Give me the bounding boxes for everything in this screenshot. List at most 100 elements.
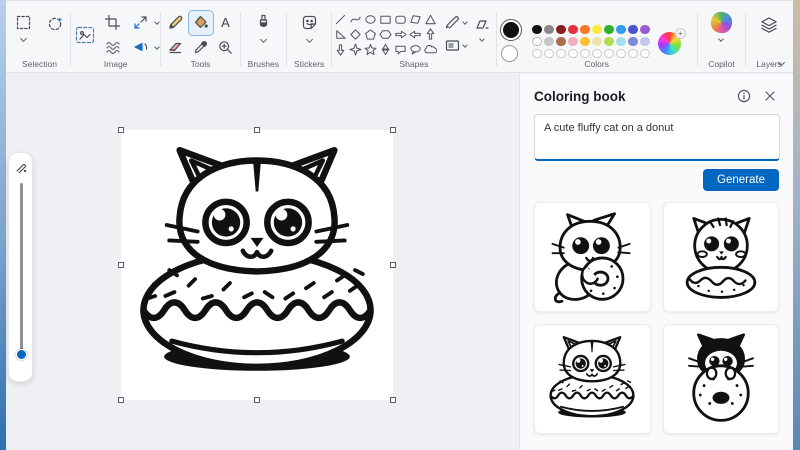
color-swatch[interactable] bbox=[580, 37, 590, 47]
color-swatch[interactable] bbox=[628, 37, 638, 47]
selection-handle[interactable] bbox=[390, 262, 396, 268]
color-swatch-empty[interactable] bbox=[556, 49, 566, 59]
shape-fill-dropdown[interactable] bbox=[444, 37, 467, 54]
selection-handle[interactable] bbox=[254, 397, 260, 403]
color-swatch[interactable] bbox=[568, 25, 578, 35]
color-swatch[interactable] bbox=[556, 25, 566, 35]
color-swatch[interactable] bbox=[640, 25, 650, 35]
selected-image[interactable] bbox=[121, 130, 393, 400]
color-swatch[interactable] bbox=[556, 37, 566, 47]
shape-arrow-up[interactable] bbox=[424, 28, 437, 41]
size-slider-thumb[interactable] bbox=[16, 349, 27, 360]
pencil-tool-button[interactable] bbox=[164, 11, 188, 35]
canvas-image[interactable] bbox=[121, 130, 393, 400]
color-swatch-empty[interactable] bbox=[628, 49, 638, 59]
prompt-input[interactable]: A cute fluffy cat on a donut bbox=[534, 114, 780, 161]
select-dropdown-chevron-icon[interactable] bbox=[20, 35, 27, 42]
color-swatch[interactable] bbox=[616, 37, 626, 47]
info-button[interactable] bbox=[735, 87, 753, 105]
thumbnail-fluffy-cat-on-donut[interactable] bbox=[663, 202, 780, 312]
color-swatch[interactable] bbox=[592, 37, 602, 47]
color-swatch-empty[interactable] bbox=[604, 49, 614, 59]
shape-star-4[interactable] bbox=[349, 43, 362, 56]
image-options-button[interactable] bbox=[70, 20, 100, 50]
shape-callout-oval[interactable] bbox=[409, 43, 422, 56]
color-swatch-empty[interactable] bbox=[532, 49, 542, 59]
color-swatch-empty[interactable] bbox=[592, 49, 602, 59]
selection-handle[interactable] bbox=[118, 397, 124, 403]
color-swatch[interactable] bbox=[604, 37, 614, 47]
selection-handle[interactable] bbox=[390, 397, 396, 403]
canvas-area[interactable] bbox=[6, 74, 519, 450]
color-swatch-empty[interactable] bbox=[544, 49, 554, 59]
brushes-dropdown-chevron-icon[interactable] bbox=[260, 36, 267, 43]
color-swatch[interactable] bbox=[532, 37, 542, 47]
select-button[interactable] bbox=[12, 10, 36, 34]
shape-cloud[interactable] bbox=[424, 43, 437, 56]
color-swatch-empty[interactable] bbox=[616, 49, 626, 59]
rotate-dropdown-chevron-icon[interactable] bbox=[154, 44, 160, 50]
shape-outline-dropdown[interactable] bbox=[444, 14, 467, 31]
shape-callout-rect[interactable] bbox=[394, 43, 407, 56]
close-panel-button[interactable] bbox=[761, 87, 779, 105]
selection-handle[interactable] bbox=[118, 262, 124, 268]
thumbnail-cat-hugging-donut[interactable] bbox=[534, 202, 651, 312]
shape-pentagon[interactable] bbox=[364, 28, 377, 41]
shape-options-icon[interactable] bbox=[473, 16, 490, 33]
copilot-dropdown-chevron-icon[interactable] bbox=[719, 36, 725, 42]
eraser-tool-button[interactable] bbox=[164, 36, 188, 60]
shape-options-chevron-icon[interactable] bbox=[479, 36, 485, 42]
color-swatch[interactable] bbox=[640, 37, 650, 47]
color-swatch[interactable] bbox=[604, 25, 614, 35]
brushes-button[interactable] bbox=[251, 10, 275, 34]
shape-hexagon[interactable] bbox=[379, 28, 392, 41]
color-swatch[interactable] bbox=[616, 25, 626, 35]
copilot-button[interactable] bbox=[709, 10, 733, 34]
shape-diamond[interactable] bbox=[349, 28, 362, 41]
rotate-flip-button[interactable] bbox=[129, 36, 153, 60]
color-swatch-empty[interactable] bbox=[640, 49, 650, 59]
fill-tool-button[interactable] bbox=[189, 11, 213, 35]
remove-background-button[interactable] bbox=[101, 36, 125, 60]
color-swatch[interactable] bbox=[532, 25, 542, 35]
shape-star-5[interactable] bbox=[364, 43, 377, 56]
shape-arrow-left[interactable] bbox=[409, 28, 422, 41]
shape-ellipse[interactable] bbox=[364, 13, 377, 26]
selection-handle[interactable] bbox=[254, 127, 260, 133]
thumbnail-cat-in-donut[interactable] bbox=[534, 324, 651, 434]
color-swatch[interactable] bbox=[580, 25, 590, 35]
smart-select-button[interactable] bbox=[44, 11, 68, 35]
shape-curve[interactable] bbox=[349, 13, 362, 26]
size-slider-track[interactable] bbox=[20, 183, 23, 355]
edit-colors-button[interactable]: + bbox=[658, 28, 686, 58]
resize-button[interactable] bbox=[129, 11, 153, 35]
text-tool-button[interactable]: A bbox=[214, 11, 238, 35]
stickers-button[interactable] bbox=[297, 10, 321, 34]
foreground-color-selector[interactable] bbox=[500, 19, 522, 41]
thumbnail-black-cat-behind-donut[interactable] bbox=[663, 324, 780, 434]
shape-arrow-down[interactable] bbox=[334, 43, 347, 56]
shape-line[interactable] bbox=[334, 13, 347, 26]
stickers-dropdown-chevron-icon[interactable] bbox=[306, 36, 313, 43]
color-swatch-empty[interactable] bbox=[580, 49, 590, 59]
color-swatch[interactable] bbox=[544, 25, 554, 35]
shape-right-triangle[interactable] bbox=[334, 28, 347, 41]
generate-button[interactable]: Generate bbox=[703, 169, 779, 191]
color-picker-button[interactable] bbox=[189, 36, 213, 60]
layers-button[interactable] bbox=[757, 13, 781, 37]
color-swatch[interactable] bbox=[592, 25, 602, 35]
color-swatch[interactable] bbox=[544, 37, 554, 47]
selection-handle[interactable] bbox=[390, 127, 396, 133]
color-swatch[interactable] bbox=[628, 25, 638, 35]
shape-star-6[interactable] bbox=[379, 43, 392, 56]
color-swatch-empty[interactable] bbox=[568, 49, 578, 59]
color-swatch[interactable] bbox=[568, 37, 578, 47]
crop-button[interactable] bbox=[101, 11, 125, 35]
selection-handle[interactable] bbox=[118, 127, 124, 133]
shape-quadrilateral[interactable] bbox=[409, 13, 422, 26]
magnifier-tool-button[interactable] bbox=[214, 36, 238, 60]
shape-arrow-right[interactable] bbox=[394, 28, 407, 41]
resize-dropdown-chevron-icon[interactable] bbox=[154, 19, 160, 25]
shape-rounded-rectangle[interactable] bbox=[394, 13, 407, 26]
shape-rectangle[interactable] bbox=[379, 13, 392, 26]
